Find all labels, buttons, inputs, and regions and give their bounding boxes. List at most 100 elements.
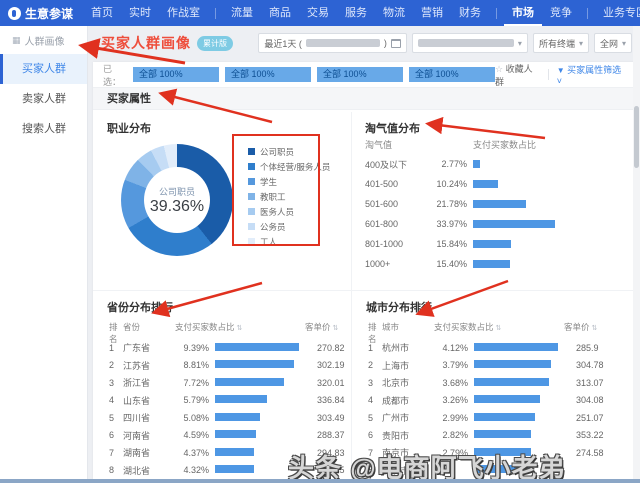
cell-percent: 3.68% (442, 377, 468, 388)
cell-name: 成都市 (382, 395, 410, 406)
cell-percent: 3.26% (442, 395, 468, 405)
legend-item-公司职员: 公司职员 (248, 144, 325, 159)
terminal-selector[interactable]: 所有终端 ▾ (532, 33, 589, 53)
filter-chip-2[interactable]: 全部 100% (225, 67, 312, 82)
sort-icon[interactable]: ⇅ (590, 325, 597, 332)
table-row[interactable]: 2 江苏省 8.81% 302.19 (93, 357, 348, 374)
filter-chip-3[interactable]: 全部 100% (317, 67, 404, 82)
section-buyer-attributes: 买家属性 (93, 88, 636, 110)
sort-icon[interactable]: ⇅ (235, 325, 242, 332)
shop-selector[interactable]: ▾ (411, 33, 528, 53)
cell-name: 江苏省 (123, 360, 151, 371)
main-content: 买家人群画像 累计版 最近1天 ( ) ▾ 所有终端 ▾ 全网 ▾ 已选： 全部… (89, 26, 640, 483)
taoqi-bar[interactable] (473, 180, 498, 188)
nav-item-首页[interactable]: 首页 (83, 0, 121, 26)
cell-name: 上海市 (382, 360, 410, 371)
taoqi-value-chart: 淘气值分布 淘气值 支付买家数占比 400及以下 2.77% 401-500 10.2… (365, 112, 627, 290)
cell-bar-container (474, 395, 564, 405)
cell-name: 浙江省 (123, 378, 151, 388)
cell-percent: 4.59% (183, 430, 209, 440)
buyer-attr-filter-button[interactable]: ▼ 买家属性筛选 ˅ (557, 63, 626, 86)
cell-rank: 4 (109, 395, 115, 405)
divider (547, 69, 549, 80)
table-row[interactable]: 3 浙江省 7.72% 320.01 (93, 374, 348, 391)
table-row[interactable]: 4 山东省 5.79% 336.84 (93, 392, 348, 409)
cell-rank: 4 (368, 395, 374, 405)
nav-item-实时[interactable]: 实时 (121, 0, 159, 26)
table-row[interactable]: 5 广州市 2.99% 251.07 (352, 409, 607, 426)
watermark: 头条 @电商阿飞小老弟 (288, 453, 566, 483)
cell-percent: 3.79% (442, 360, 468, 370)
nav-item-作战室[interactable]: 作战室 (159, 0, 208, 26)
taoqi-row: 401-500 10.24% (365, 176, 627, 192)
nav-item-流量[interactable]: 流量 (223, 0, 261, 26)
donut-center-category: 公司职员 (158, 186, 195, 197)
favorite-crowd-button[interactable]: ☆ 收藏人群 (495, 62, 540, 88)
chevron-down-icon: ▾ (621, 38, 626, 48)
taoqi-bar[interactable] (473, 240, 511, 248)
table-row[interactable]: 6 河南省 4.59% 288.37 (93, 427, 348, 444)
filter-chip-1[interactable]: 全部 100% (133, 67, 220, 82)
table-row[interactable]: 5 四川省 5.08% 303.49 (93, 409, 348, 426)
date-range-picker[interactable]: 最近1天 ( ) (258, 33, 407, 53)
star-icon: ☆ (495, 63, 504, 74)
taoqi-bar[interactable] (473, 260, 510, 268)
nav-item-商品[interactable]: 商品 (261, 0, 299, 26)
nav-item-财务[interactable]: 财务 (451, 0, 489, 26)
grid-icon: ▦ (12, 35, 21, 45)
cell-bar-container (215, 342, 305, 353)
legend-label: 医务人员 (260, 206, 295, 217)
table-row[interactable]: 1 广东省 9.39% 270.82 (93, 339, 348, 356)
prov-table-title: 省份分布排行 (107, 302, 173, 314)
nav-item-交易[interactable]: 交易 (299, 0, 337, 26)
app-brand[interactable]: 生意参谋 (0, 5, 83, 22)
cell-bar (474, 395, 540, 403)
table-row[interactable]: 6 贵阳市 2.82% 353.22 (352, 427, 607, 444)
legend-swatch-icon (248, 208, 255, 215)
cell-price: 320.01 (317, 377, 345, 388)
cell-percent: 2.99% (442, 412, 468, 423)
sidebar-items: 买家人群 卖家人群 搜索人群 (0, 54, 87, 144)
filter-chip-4[interactable]: 全部 100% (409, 67, 496, 82)
taoqi-percent: 15.40% (436, 259, 467, 269)
donut-center-label: 公司职员 39.36% (121, 144, 233, 256)
taoqi-bar[interactable] (473, 160, 480, 168)
legend-swatch-icon (248, 193, 255, 200)
table-row[interactable]: 2 上海市 3.79% 304.78 (352, 357, 607, 374)
nav-item-物流[interactable]: 物流 (375, 0, 413, 26)
cell-rank: 5 (368, 412, 374, 423)
cell-rank: 2 (109, 360, 115, 370)
taoqi-bar[interactable] (473, 200, 526, 208)
nav-item-竞争[interactable]: 竞争 (542, 0, 580, 26)
cell-rank: 2 (368, 360, 374, 370)
sidebar-item-买家人群[interactable]: 买家人群 (0, 54, 87, 84)
cell-percent: 5.08% (183, 412, 209, 423)
sidebar-item-卖家人群[interactable]: 卖家人群 (0, 84, 87, 114)
legend-item-公务员: 公务员 (248, 219, 325, 234)
legend-swatch-icon (248, 223, 255, 230)
taoqi-row: 801-1000 15.84% (365, 236, 627, 252)
scope-selector[interactable]: 全网 ▾ (593, 33, 632, 53)
cell-rank: 1 (109, 342, 115, 353)
cell-rank: 1 (368, 342, 374, 353)
sort-icon[interactable]: ⇅ (331, 325, 338, 332)
nav-item-市场[interactable]: 市场 (504, 0, 543, 26)
taoqi-bar[interactable] (473, 220, 555, 228)
legend-item-教职工: 教职工 (248, 189, 325, 204)
sidebar-item-搜索人群[interactable]: 搜索人群 (0, 114, 87, 144)
scrollbar-thumb[interactable] (634, 106, 639, 168)
scrollbar-track[interactable] (633, 26, 640, 483)
blurred-date-value (305, 39, 380, 47)
taoqi-percent: 2.77% (441, 159, 467, 169)
nav-item-服务[interactable]: 服务 (337, 0, 375, 26)
table-row[interactable]: 3 北京市 3.68% 313.07 (352, 374, 607, 391)
cell-name: 山东省 (123, 395, 151, 406)
nav-item-业务专区[interactable]: 业务专区 (595, 0, 640, 26)
sort-icon[interactable]: ⇅ (494, 325, 501, 332)
taoqi-col2: 支付买家数占比 (473, 140, 537, 150)
filter-actions: ☆ 收藏人群 ▼ 买家属性筛选 ˅ (495, 62, 626, 88)
table-row[interactable]: 1 杭州市 4.12% 285.9 (352, 339, 607, 356)
legend-swatch-icon (248, 238, 255, 245)
table-row[interactable]: 4 成都市 3.26% 304.08 (352, 392, 607, 409)
nav-item-营销[interactable]: 营销 (413, 0, 451, 26)
